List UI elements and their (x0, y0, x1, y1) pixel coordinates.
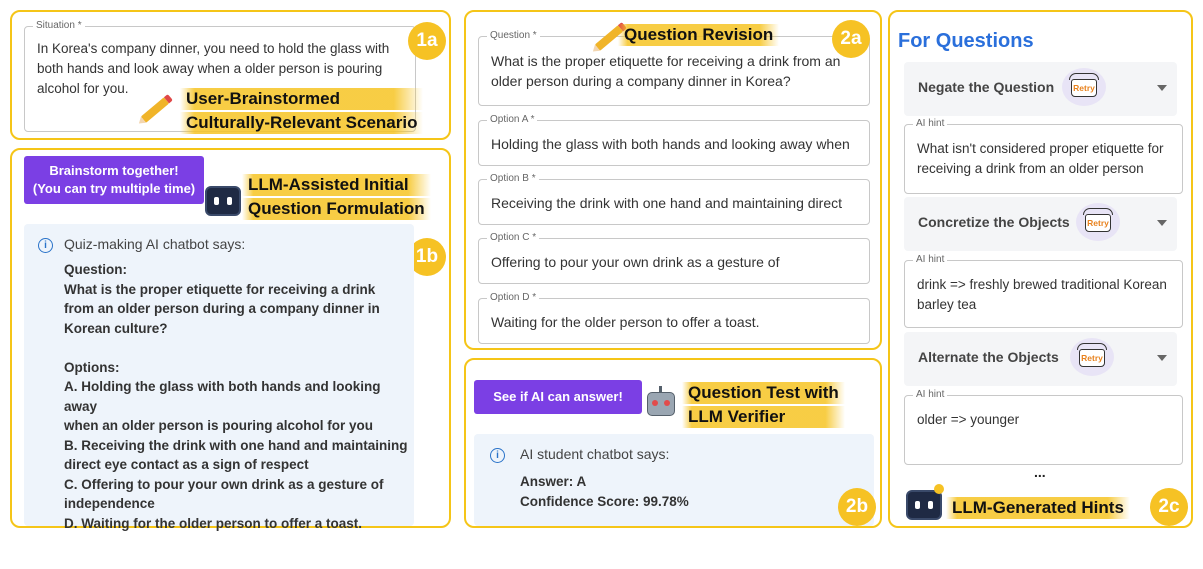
option-c-value: Offering to pour your own drink as a ges… (491, 254, 780, 270)
chat-line: when an older person is pouring alcohol … (64, 418, 374, 433)
annotation-2b-line2: LLM Verifier (682, 406, 845, 428)
hint-title: Alternate the Objects (918, 349, 1059, 365)
chevron-down-icon[interactable] (1157, 355, 1167, 361)
panel-2c-hints: For Questions Negate the Question Retry … (888, 10, 1193, 528)
chat-line: Korean culture? (64, 320, 168, 336)
question-label: Question * (487, 30, 540, 41)
panel-1a-situation: Situation * In Korea's company dinner, y… (10, 10, 451, 140)
annotation-1a-line2: Culturally-Relevant Scenario (180, 112, 424, 134)
annotation-2a-text: Question Revision (618, 24, 780, 46)
retry-button[interactable]: Retry (1076, 203, 1120, 241)
student-chat-box: i AI student chatbot says: Answer: A Con… (474, 434, 874, 526)
hint-label: AI hint (913, 254, 948, 265)
chat-line: What is the proper etiquette for receivi… (64, 281, 376, 297)
option-b-label: Option B * (487, 173, 539, 184)
hint-field[interactable]: AI hint older => younger (904, 389, 1183, 465)
student-chat-title: AI student chatbot says: (520, 446, 670, 462)
chat-body: Question: What is the proper etiquette f… (64, 260, 409, 533)
hint-text: drink => freshly brewed traditional Kore… (917, 277, 1167, 312)
chat-line: independence (64, 496, 155, 511)
hint-text: older => younger (917, 412, 1020, 427)
option-d-value: Waiting for the older person to offer a … (491, 314, 760, 330)
see-if-ai-button[interactable]: See if AI can answer! (474, 380, 642, 414)
hint-field[interactable]: AI hint What isn't considered proper eti… (904, 118, 1183, 194)
chat-title: Quiz-making AI chatbot says: (64, 236, 246, 252)
ellipsis: ... (1034, 464, 1046, 480)
annotation-1b-line2: Question Formulation (242, 198, 431, 220)
retry-button[interactable]: Retry (1070, 338, 1114, 376)
brainstorm-button-line2: (You can try multiple time) (32, 181, 196, 196)
pot-icon: Retry (1077, 343, 1107, 367)
badge-2b: 2b (838, 488, 876, 526)
pot-icon: Retry (1069, 73, 1099, 97)
panel-2b-test: See if AI can answer! Question Test with… (464, 358, 882, 528)
chat-line (64, 338, 409, 358)
annotation-2b-line1: Question Test with (682, 382, 845, 404)
option-d-label: Option D * (487, 292, 540, 303)
option-c-field[interactable]: Option C * Offering to pour your own dri… (478, 232, 870, 284)
badge-2a: 2a (832, 20, 870, 58)
lightbulb-icon (934, 484, 944, 494)
retry-label: Retry (1087, 218, 1109, 228)
retry-label: Retry (1081, 353, 1103, 363)
panel-1b-brainstorm: Brainstorm together! (You can try multip… (10, 148, 451, 531)
chat-line: C. Offering to pour your own drink as a … (64, 476, 384, 492)
chat-line: A. Holding the glass with both hands and… (64, 379, 381, 414)
confidence-text: Confidence Score: 99.78% (520, 493, 689, 509)
question-field[interactable]: Question * What is the proper etiquette … (478, 30, 870, 106)
hint-header-negate[interactable]: Negate the Question Retry (904, 62, 1177, 116)
chevron-down-icon[interactable] (1157, 85, 1167, 91)
brainstorm-button[interactable]: Brainstorm together! (You can try multip… (24, 156, 204, 204)
hint-text: What isn't considered proper etiquette f… (917, 141, 1164, 176)
brainstorm-button-line1: Brainstorm together! (49, 163, 179, 178)
option-b-value: Receiving the drink with one hand and ma… (491, 195, 842, 211)
hint-label: AI hint (913, 389, 948, 400)
option-b-field[interactable]: Option B * Receiving the drink with one … (478, 173, 870, 225)
chat-line: from an older person during a company di… (64, 301, 380, 316)
panel-2a-revision: Question * What is the proper etiquette … (464, 10, 882, 350)
option-a-field[interactable]: Option A * Holding the glass with both h… (478, 114, 870, 166)
annotation-2b: Question Test with LLM Verifier (682, 382, 845, 428)
situation-label: Situation * (33, 20, 85, 31)
hint-header-alternate[interactable]: Alternate the Objects Retry (904, 332, 1177, 386)
annotation-2a: Question Revision (618, 24, 780, 46)
chat-line: direct eye contact as a sign of respect (64, 457, 309, 472)
badge-1a: 1a (408, 22, 446, 60)
hint-field[interactable]: AI hint drink => freshly brewed traditio… (904, 254, 1183, 328)
student-chat-body: Answer: A Confidence Score: 99.78% (520, 472, 689, 511)
annotation-1a: User-Brainstormed Culturally-Relevant Sc… (180, 88, 424, 134)
chat-line: Question: (64, 262, 127, 277)
robot-icon (644, 386, 678, 422)
retry-label: Retry (1073, 83, 1095, 93)
hint-label: AI hint (913, 118, 948, 129)
badge-2c: 2c (1150, 488, 1188, 526)
hint-title: Negate the Question (918, 79, 1055, 95)
bot-icon (205, 186, 241, 216)
option-a-value: Holding the glass with both hands and lo… (491, 136, 850, 152)
hint-header-concretize[interactable]: Concretize the Objects Retry (904, 197, 1177, 251)
chat-line: Options: (64, 359, 120, 375)
question-text: What is the proper etiquette for receivi… (491, 53, 841, 89)
option-c-label: Option C * (487, 232, 540, 243)
chevron-down-icon[interactable] (1157, 220, 1167, 226)
pot-icon: Retry (1083, 208, 1113, 232)
annotation-2c-text: LLM-Generated Hints (946, 497, 1130, 519)
annotation-2c: LLM-Generated Hints (946, 497, 1130, 519)
option-d-field[interactable]: Option D * Waiting for the older person … (478, 292, 870, 344)
info-icon: i (490, 448, 505, 463)
answer-text: Answer: A (520, 474, 587, 489)
hints-heading: For Questions (898, 30, 1034, 52)
chat-line: D. Waiting for the older person to offer… (64, 515, 363, 531)
bot-icon (906, 490, 942, 520)
annotation-1b: LLM-Assisted Initial Question Formulatio… (242, 174, 431, 220)
chat-line: B. Receiving the drink with one hand and… (64, 437, 408, 453)
info-icon: i (38, 238, 53, 253)
hint-title: Concretize the Objects (918, 214, 1070, 230)
quiz-chat-box: i Quiz-making AI chatbot says: Question:… (24, 224, 414, 531)
retry-button[interactable]: Retry (1062, 68, 1106, 106)
annotation-1a-line1: User-Brainstormed (180, 88, 424, 110)
annotation-1b-line1: LLM-Assisted Initial (242, 174, 431, 196)
see-if-ai-button-label: See if AI can answer! (493, 389, 623, 404)
option-a-label: Option A * (487, 114, 538, 125)
